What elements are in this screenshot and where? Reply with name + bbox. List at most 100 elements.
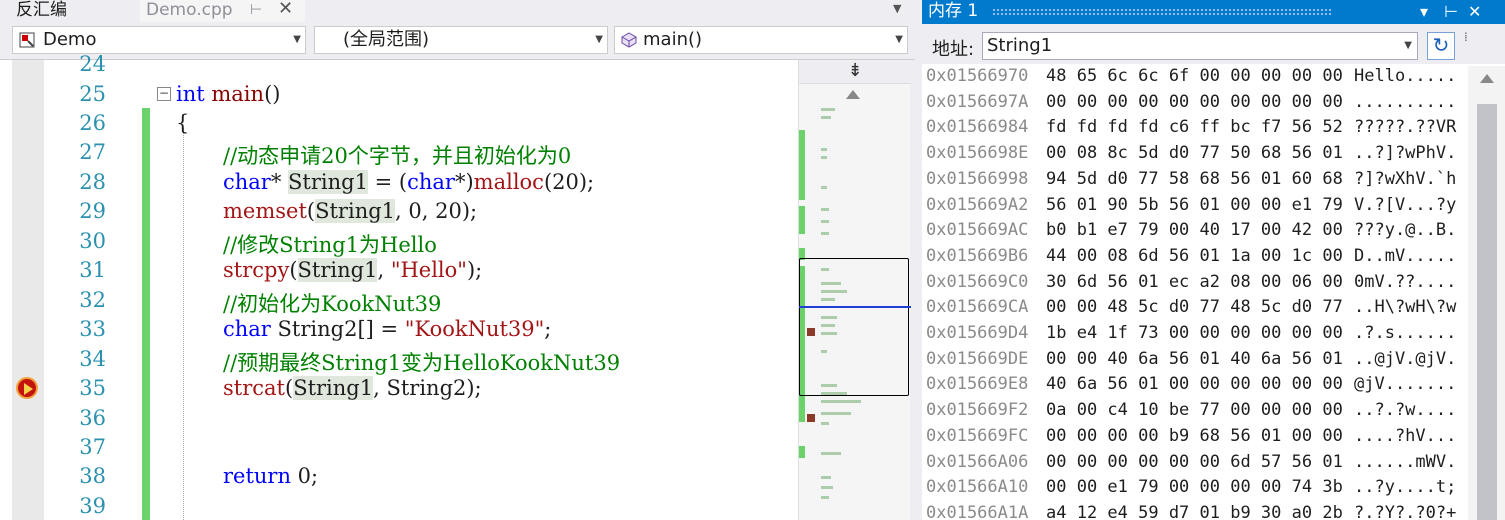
address-input[interactable]: String1 ▼ xyxy=(982,32,1418,60)
memory-bytes: 00 00 48 5c d0 77 48 5c d0 77 xyxy=(1046,297,1343,318)
memory-bytes: 00 08 8c 5d d0 77 50 68 56 01 xyxy=(1046,143,1343,164)
code-line[interactable]: strcpy(String1, "Hello"); xyxy=(223,258,482,282)
scroll-up-icon[interactable] xyxy=(1480,74,1494,83)
memory-ascii: Hello..... xyxy=(1354,66,1457,86)
line-number: 34 xyxy=(79,347,106,371)
document-tab-bar: 反汇编 Demo.cpp ⊢ ✕ ▼ xyxy=(0,0,915,22)
window-menu-dropdown-icon[interactable]: ▾ xyxy=(1420,0,1428,23)
navigation-bar: Demo ▼ (全局范围) ▼ main() ▼ xyxy=(0,22,915,60)
scroll-map[interactable]: ⇟ xyxy=(798,60,911,520)
comment: //初始化为KookNut39 xyxy=(223,292,442,316)
scroll-map-code xyxy=(821,486,833,489)
memory-bytes: fd fd fd fd c6 ff bc f7 56 52 xyxy=(1046,117,1343,138)
collapse-toggle[interactable]: − xyxy=(157,87,171,101)
project-icon xyxy=(19,32,35,48)
memory-bytes: 30 6d 56 01 ec a2 08 00 06 00 xyxy=(1046,271,1343,292)
address-label: 地址: xyxy=(932,39,975,60)
code-text: { xyxy=(176,111,190,135)
close-icon[interactable]: ✕ xyxy=(1468,0,1481,23)
scroll-map-code xyxy=(821,156,827,159)
memory-bytes: 1b e4 1f 73 00 00 00 00 00 00 xyxy=(1046,323,1343,343)
code-text: 0; xyxy=(291,464,319,488)
scroll-map-code xyxy=(821,412,851,415)
memory-ascii: ..H\?wH\?w xyxy=(1354,297,1457,318)
pane-splitter[interactable] xyxy=(915,0,922,520)
scroll-map-code xyxy=(821,148,827,151)
line-number: 27 xyxy=(79,140,106,164)
scope-combo[interactable]: (全局范围) ▼ xyxy=(314,26,608,54)
code-line[interactable]: { xyxy=(176,111,189,135)
scroll-up-icon[interactable] xyxy=(846,90,860,99)
code-line[interactable]: memset(String1, 0, 20); xyxy=(223,199,477,223)
scroll-map-code xyxy=(821,452,841,455)
memory-titlebar[interactable]: 内存 1 ▾ ⊢ ✕ xyxy=(922,0,1505,24)
split-window-icon[interactable]: ⇟ xyxy=(799,60,911,84)
code-line[interactable]: char String2[] = "KookNut39"; xyxy=(223,317,551,341)
tab-disassembly[interactable]: 反汇编 xyxy=(16,0,136,22)
function-name: strcpy xyxy=(223,258,290,282)
memory-bytes: 00 00 00 00 b9 68 56 01 00 00 xyxy=(1046,425,1343,446)
code-line[interactable]: //动态申请20个字节，并且初始化为0 xyxy=(223,140,571,170)
address-input-value: String1 xyxy=(987,35,1053,56)
memory-address: 0x0156697A xyxy=(926,91,1029,112)
scroll-map-caret-line xyxy=(799,306,911,308)
function-combo[interactable]: main() ▼ xyxy=(614,26,908,54)
scroll-map-viewport[interactable] xyxy=(799,258,909,396)
line-number: 32 xyxy=(79,288,106,312)
code-line[interactable]: //预期最终String1变为HelloKookNut39 xyxy=(223,347,620,377)
code-line[interactable]: strcat(String1, String2); xyxy=(223,376,482,400)
memory-ascii: ..?y....t; xyxy=(1354,477,1457,498)
memory-grid[interactable]: 0x01566970 48 65 6c 6c 6f 00 00 00 00 00 H… xyxy=(922,66,1467,520)
project-combo-label: Demo xyxy=(43,29,97,50)
variable-highlight: String1 xyxy=(293,376,374,400)
breakpoint-current-statement-icon[interactable] xyxy=(16,377,38,399)
scroll-map-code xyxy=(821,400,861,403)
memory-address: 0x015669E8 xyxy=(926,374,1029,395)
keyword: char xyxy=(223,170,271,194)
tab-demo-cpp[interactable]: Demo.cpp ⊢ ✕ xyxy=(140,0,305,22)
memory-ascii: ..?]?wPhV. xyxy=(1354,143,1457,164)
code-line[interactable]: //修改String1为Hello xyxy=(223,229,437,259)
memory-address: 0x015669DE xyxy=(926,348,1029,369)
memory-address: 0x015669C0 xyxy=(926,271,1029,292)
line-number: 29 xyxy=(79,199,106,223)
code-line[interactable]: char* String1 = (char*)malloc(20); xyxy=(223,170,594,194)
code-text: ( xyxy=(289,258,298,282)
code-editor[interactable]: 24 25 26 27 28 29 30 31 32 33 34 35 36 3… xyxy=(0,52,798,520)
chevron-down-icon: ▼ xyxy=(895,34,903,45)
code-line[interactable]: //初始化为KookNut39 xyxy=(223,288,441,318)
toolbar-overflow-icon[interactable]: ⁞ xyxy=(1464,30,1468,44)
function-name: malloc xyxy=(473,170,544,194)
keyword: char xyxy=(223,317,271,341)
code-text: ; xyxy=(544,317,552,341)
line-number: 31 xyxy=(79,258,106,282)
chevron-down-icon: ▼ xyxy=(595,34,603,45)
refresh-icon[interactable]: ↻ xyxy=(1427,32,1455,60)
tab-list-dropdown-icon[interactable]: ▼ xyxy=(893,2,901,15)
code-text: * xyxy=(270,170,289,194)
breakpoint-margin[interactable] xyxy=(12,60,44,520)
line-number: 33 xyxy=(79,317,106,341)
code-line[interactable]: int main() xyxy=(176,82,280,106)
comment: //修改String1为Hello xyxy=(223,233,437,257)
memory-toolbar: 地址: String1 ▼ ↻ ⁞ xyxy=(922,24,1505,64)
keyword: char xyxy=(407,170,455,194)
scrollbar-thumb[interactable] xyxy=(1477,104,1497,520)
outline-guide xyxy=(183,128,184,520)
scroll-map-code xyxy=(821,220,829,223)
chevron-down-icon[interactable]: ▼ xyxy=(1404,33,1412,59)
line-number: 30 xyxy=(79,229,106,253)
code-line[interactable]: return 0; xyxy=(223,464,318,488)
scroll-map-code xyxy=(821,232,829,235)
scroll-map-change-marker xyxy=(799,206,805,234)
project-combo[interactable]: Demo ▼ xyxy=(12,26,306,54)
memory-ascii: ?]?wXhV.`h xyxy=(1354,168,1457,189)
memory-ascii: ......mWV. xyxy=(1354,451,1457,472)
vertical-scrollbar[interactable] xyxy=(1468,66,1505,520)
memory-address: 0x015669CA xyxy=(926,297,1029,318)
pin-icon[interactable]: ⊢ xyxy=(1444,0,1458,23)
memory-address: 0x015669A2 xyxy=(926,194,1029,215)
pin-icon[interactable]: ⊢ xyxy=(250,0,262,20)
memory-address: 0x015669B6 xyxy=(926,245,1029,266)
close-icon[interactable]: ✕ xyxy=(278,0,293,19)
